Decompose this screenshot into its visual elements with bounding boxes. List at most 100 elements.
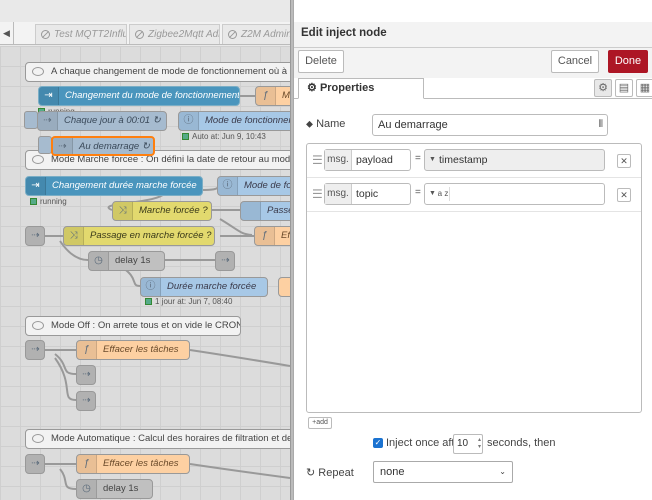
switch-node[interactable]: Passage en marche forcée ? bbox=[63, 226, 215, 246]
name-input[interactable]: Au demarrage ⦀ bbox=[372, 114, 608, 136]
node-label: Passage en marche forcée ? bbox=[90, 230, 212, 241]
add-property-button[interactable]: +add bbox=[308, 417, 332, 429]
inject-once-checkbox[interactable]: ✓ bbox=[373, 438, 383, 448]
remove-row-button[interactable]: ✕ bbox=[617, 154, 631, 168]
caret-down-icon[interactable]: ▼ bbox=[429, 150, 436, 170]
repeat-label: ↻ Repeat bbox=[306, 467, 354, 479]
appearance-icon: ▦ bbox=[639, 82, 651, 94]
function-node[interactable] bbox=[278, 277, 290, 297]
tab-label: Z2M Admin bbox=[241, 29, 290, 40]
function-node[interactable]: Effacer les tâches bbox=[76, 454, 190, 474]
change-node[interactable]: Passé bbox=[240, 201, 290, 221]
tab-test-mqtt2influx[interactable]: Test MQTT2Influx bbox=[35, 24, 127, 44]
delay-node[interactable]: delay 1s bbox=[88, 251, 165, 271]
tray-title: Edit inject node bbox=[301, 27, 387, 39]
link-in-node[interactable] bbox=[25, 226, 45, 246]
node-label: delay 1s bbox=[115, 255, 151, 266]
repeat-icon: ↻ bbox=[306, 467, 316, 479]
function-node[interactable]: Ef bbox=[254, 226, 290, 246]
link-in-icon bbox=[26, 455, 44, 473]
tab-properties[interactable]: ⚙ Properties bbox=[298, 78, 424, 99]
link-out-icon bbox=[216, 252, 234, 270]
node-label: Passé bbox=[267, 205, 290, 216]
comment-icon bbox=[32, 67, 44, 76]
mqtt-in-node[interactable]: Changement du mode de fonctionnement bbox=[38, 86, 240, 106]
function-node[interactable]: Mo bbox=[255, 86, 290, 106]
node-label: Changement durée marche forcée bbox=[52, 180, 197, 191]
link-in-node[interactable] bbox=[25, 340, 45, 360]
node-label: Mode de fo bbox=[244, 180, 290, 191]
switch-node[interactable]: Marche forcée ? bbox=[112, 201, 212, 221]
cancel-button[interactable]: Cancel bbox=[551, 50, 599, 73]
property-name-input[interactable]: msg. topic bbox=[324, 183, 411, 205]
function-icon bbox=[256, 87, 276, 105]
function-node[interactable]: Effacer les tâches bbox=[76, 340, 190, 360]
node-label: Mode de fonctionnem bbox=[205, 115, 290, 126]
flow-canvas[interactable]: A chaque changement de mode de fonctionn… bbox=[0, 46, 290, 500]
debug-node[interactable]: Durée marche forcée bbox=[140, 277, 268, 297]
property-value-input[interactable]: ▼ timestamp bbox=[424, 149, 605, 171]
drag-handle-icon[interactable]: ☰ bbox=[312, 154, 323, 166]
done-button[interactable]: Done bbox=[608, 50, 648, 73]
string-type-icon: a z bbox=[437, 187, 450, 201]
link-in-node[interactable] bbox=[25, 454, 45, 474]
repeat-select[interactable]: none ⌄ bbox=[373, 461, 513, 483]
node-label: Effacer les tâches bbox=[103, 458, 179, 469]
tab-appearance[interactable]: ▦ bbox=[636, 79, 652, 97]
spinner-arrows-icon[interactable]: ▴ ▾ bbox=[478, 437, 481, 451]
property-value-input[interactable]: ▼ a z bbox=[424, 183, 605, 205]
node-label: Changement du mode de fonctionnement bbox=[65, 90, 240, 101]
tab-settings-gear[interactable]: ⚙ bbox=[594, 79, 612, 97]
link-out-node[interactable] bbox=[215, 251, 235, 271]
comment-label: Mode Off : On arrete tous et on vide le … bbox=[51, 320, 241, 331]
info-icon bbox=[179, 112, 199, 130]
inject-trigger-button[interactable] bbox=[24, 111, 38, 129]
properties-list: ☰ msg. payload = ▼ timestamp ✕ ☰ msg. to… bbox=[306, 143, 642, 413]
link-out-icon bbox=[77, 392, 95, 410]
node-label: Marche forcée ? bbox=[139, 205, 208, 216]
comment-icon bbox=[32, 321, 44, 330]
inject-trigger-button[interactable] bbox=[38, 136, 52, 154]
drag-handle-icon[interactable]: ☰ bbox=[312, 188, 323, 200]
tab-description[interactable]: ▤ bbox=[615, 79, 633, 97]
tab-label: Test MQTT2Influx bbox=[54, 29, 127, 40]
gear-icon: ⚙ bbox=[307, 82, 317, 94]
inject-once-delay-input[interactable]: 10 ▴ ▾ bbox=[453, 434, 483, 454]
function-icon bbox=[77, 341, 97, 359]
name-label: ⬥ Name bbox=[306, 118, 346, 130]
switch-icon bbox=[64, 227, 84, 245]
comment-node[interactable]: A chaque changement de mode de fonctionn… bbox=[25, 62, 290, 82]
caret-down-icon[interactable]: ▼ bbox=[429, 184, 436, 204]
gear-icon: ⚙ bbox=[598, 82, 608, 94]
delete-button[interactable]: Delete bbox=[298, 50, 344, 73]
remove-row-button[interactable]: ✕ bbox=[617, 188, 631, 202]
inject-node[interactable]: Chaque jour à 00:01 ↻ bbox=[37, 111, 167, 131]
debug-node[interactable]: Mode de fonctionnem bbox=[178, 111, 290, 131]
property-name-input[interactable]: msg. payload bbox=[324, 149, 411, 171]
node-label: Au demarrage ↻ bbox=[79, 141, 150, 152]
mqtt-in-node[interactable]: Changement durée marche forcée bbox=[25, 176, 203, 196]
comment-node[interactable]: Mode Automatique : Calcul des horaires d… bbox=[25, 429, 290, 449]
inject-node-selected[interactable]: Au demarrage ↻ bbox=[51, 136, 155, 156]
mqtt-icon bbox=[26, 177, 46, 195]
tab-z2m-admin[interactable]: Z2M Admin bbox=[222, 24, 290, 44]
property-row-topic: ☰ msg. topic = ▼ a z ✕ bbox=[307, 178, 641, 212]
change-icon bbox=[241, 202, 261, 220]
link-in-icon bbox=[26, 341, 44, 359]
node-label: Effacer les tâches bbox=[103, 344, 179, 355]
link-out-node[interactable] bbox=[76, 391, 96, 411]
debug-node[interactable]: Mode de fo bbox=[217, 176, 290, 196]
comment-label: Mode Automatique : Calcul des horaires d… bbox=[51, 433, 290, 444]
tab-scroll-left-button[interactable]: ◀ bbox=[0, 22, 14, 44]
expand-icon[interactable]: ⦀ bbox=[599, 115, 603, 135]
comment-label: A chaque changement de mode de fonctionn… bbox=[51, 66, 290, 77]
comment-node[interactable]: Mode Off : On arrete tous et on vide le … bbox=[25, 316, 241, 336]
link-out-node[interactable] bbox=[76, 365, 96, 385]
delay-node[interactable]: delay 1s bbox=[76, 479, 153, 499]
seconds-label: seconds, then bbox=[487, 437, 556, 449]
info-icon bbox=[141, 278, 161, 296]
node-label: delay 1s bbox=[103, 483, 139, 494]
tab-zigbee2mqtt-adm[interactable]: Zigbee2Mqtt Adm bbox=[129, 24, 220, 44]
tray-header: Edit inject node bbox=[294, 22, 652, 48]
node-label: Durée marche forcée bbox=[167, 281, 257, 292]
